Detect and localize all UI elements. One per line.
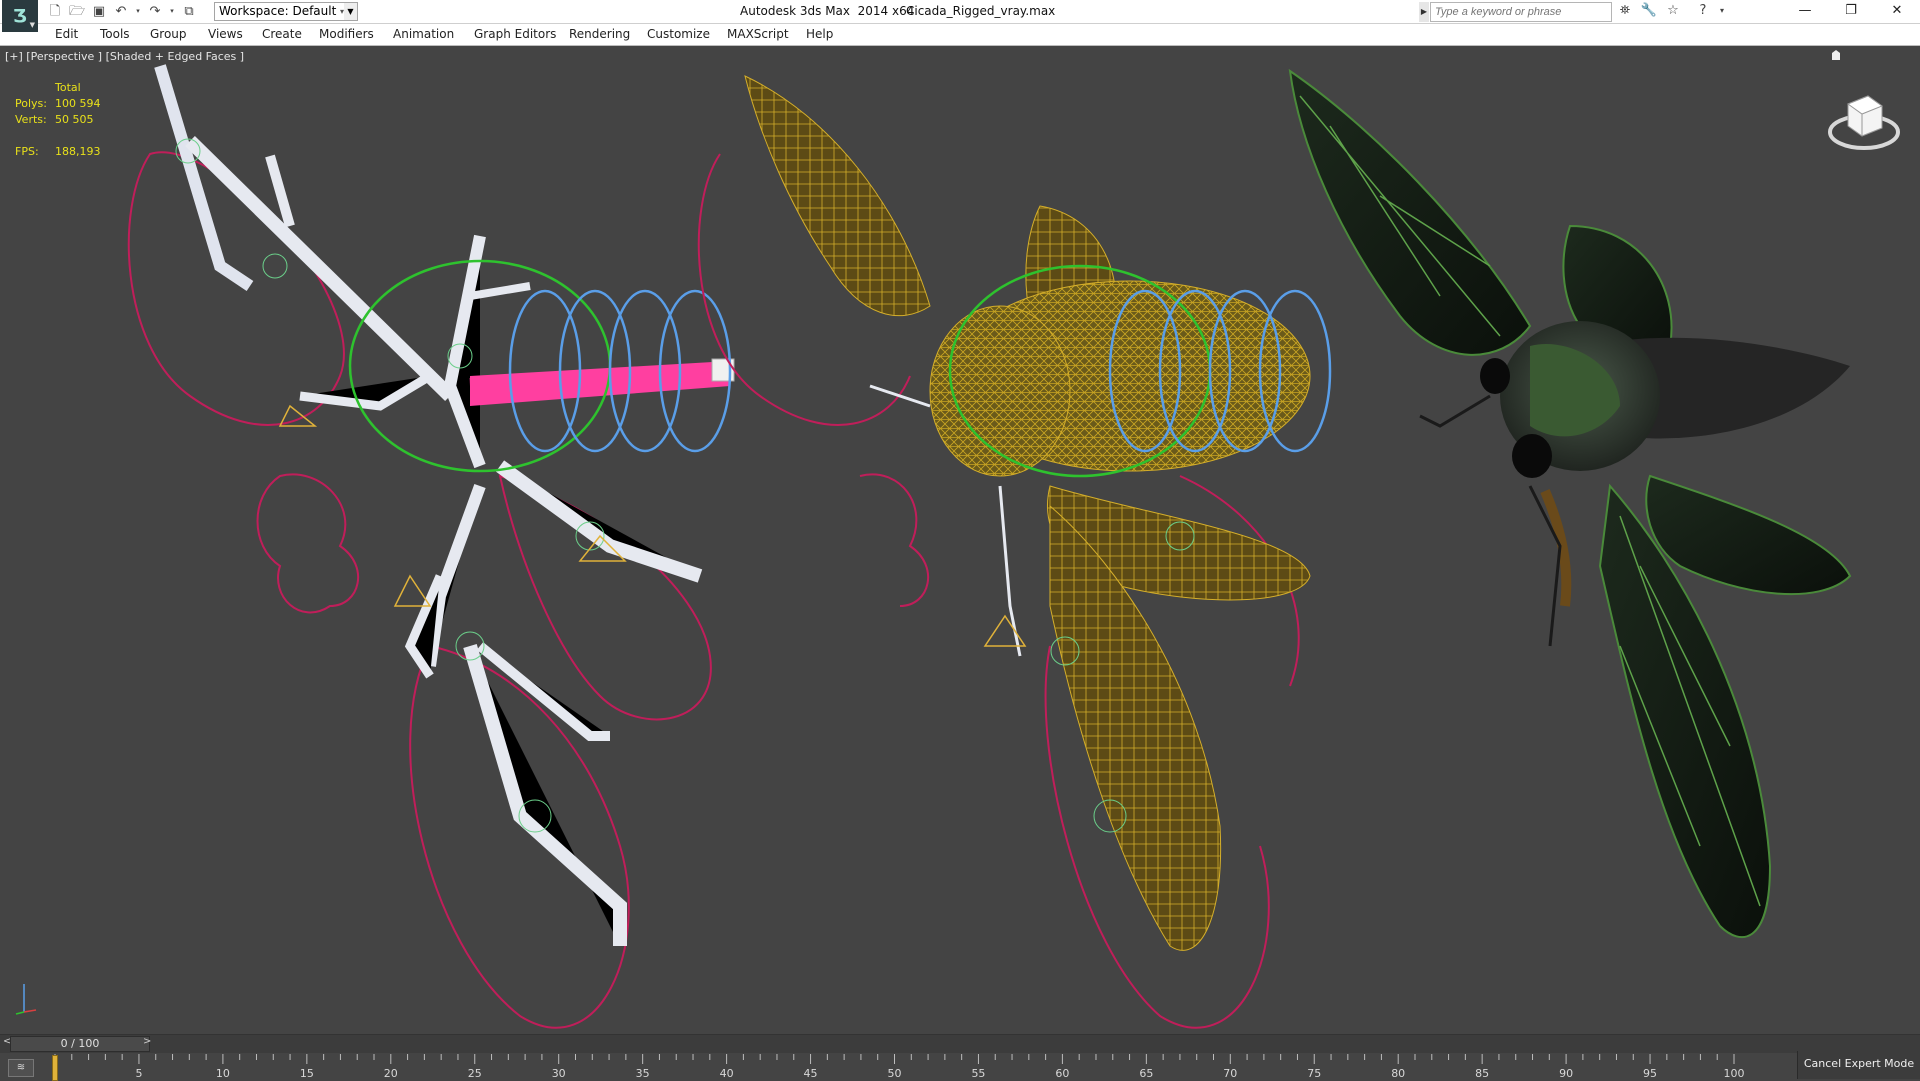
stats-fps-row: FPS: 188,193 xyxy=(15,144,155,160)
menu-animation[interactable]: Animation xyxy=(393,27,454,41)
polys-value: 100 594 xyxy=(55,97,101,110)
track-tick-label: 85 xyxy=(1475,1067,1490,1080)
track-tick-label: 55 xyxy=(971,1067,986,1080)
track-tick-label: 5 xyxy=(135,1067,143,1080)
stats-header-row: Total xyxy=(15,80,155,96)
help-icon[interactable]: ? xyxy=(1694,2,1712,20)
track-tick-label: 50 xyxy=(887,1067,902,1080)
redo-icon[interactable]: ↷ xyxy=(146,3,164,20)
window-controls: — ❐ ✕ xyxy=(1782,0,1920,24)
viewport-statistics: Total Polys: 100 594 Verts: 50 505 FPS: … xyxy=(15,80,155,160)
wireframe-cicada-middle[interactable] xyxy=(697,75,1332,1029)
track-tick-label: 100 xyxy=(1723,1067,1745,1080)
track-tick-label: 65 xyxy=(1139,1067,1154,1080)
track-tick-label: 10 xyxy=(215,1067,230,1080)
minimize-button[interactable]: — xyxy=(1782,0,1828,24)
track-tick-label: 15 xyxy=(299,1067,314,1080)
menu-edit[interactable]: Edit xyxy=(55,27,78,41)
binoculars-icon[interactable]: ⛯ xyxy=(1616,2,1634,20)
menu-bar: Edit Tools Group Views Create Modifiers … xyxy=(0,24,1920,46)
viewcube-icon[interactable] xyxy=(1828,86,1900,158)
save-icon[interactable]: ▣ xyxy=(90,3,108,20)
track-tick-label: 45 xyxy=(803,1067,818,1080)
search-input[interactable] xyxy=(1430,2,1612,22)
redo-dropdown-icon[interactable]: ▾ xyxy=(168,3,176,20)
star-icon[interactable]: ☆ xyxy=(1664,2,1682,20)
track-tick-label: 80 xyxy=(1391,1067,1406,1080)
file-name: Cicada_Rigged_vray.max xyxy=(906,4,1056,18)
track-tick-label: 35 xyxy=(635,1067,650,1080)
track-tick-label: 90 xyxy=(1559,1067,1574,1080)
menu-rendering[interactable]: Rendering xyxy=(569,27,630,41)
current-frame-marker[interactable] xyxy=(52,1055,58,1081)
mini-curve-editor-icon[interactable]: ≋ xyxy=(8,1059,34,1077)
bone-rig-left[interactable] xyxy=(127,64,735,1029)
chevron-down-icon: ▼ xyxy=(29,21,35,29)
polys-label: Polys: xyxy=(15,97,47,110)
workspace-label: Workspace: Default xyxy=(219,4,337,18)
menu-create[interactable]: Create xyxy=(262,27,302,41)
qat-customize-button[interactable]: ▼ xyxy=(344,2,358,21)
infocenter-toggle-button[interactable]: ▶ xyxy=(1419,2,1429,22)
workspace-dropdown[interactable]: Workspace: Default ▾ xyxy=(214,2,348,21)
chevron-down-icon[interactable]: ▾ xyxy=(1718,2,1726,20)
stats-header: Total xyxy=(55,81,81,94)
infocenter-toolbar: ⛯ 🔧 ☆ ? ▾ xyxy=(1616,2,1726,20)
title-bar: Ʒ ▼ 🗋 🗁 ▣ ↶ ▾ ↷ ▾ ⧉ Workspace: Default ▾… xyxy=(0,0,1920,32)
cancel-expert-mode-button[interactable]: Cancel Expert Mode xyxy=(1797,1051,1920,1079)
track-tick-label: 95 xyxy=(1643,1067,1658,1080)
new-file-icon[interactable]: 🗋 xyxy=(46,3,64,20)
menu-help[interactable]: Help xyxy=(806,27,833,41)
axis-tripod-icon xyxy=(15,984,37,1015)
stats-verts-row: Verts: 50 505 xyxy=(15,112,155,128)
undo-dropdown-icon[interactable]: ▾ xyxy=(134,3,142,20)
tools-icon[interactable]: 🔧 xyxy=(1640,2,1658,20)
restore-button[interactable]: ❐ xyxy=(1828,0,1874,24)
verts-value: 50 505 xyxy=(55,113,94,126)
verts-label: Verts: xyxy=(15,113,47,126)
fps-value: 188,193 xyxy=(55,145,101,158)
menu-maxscript[interactable]: MAXScript xyxy=(727,27,789,41)
stats-polys-row: Polys: 100 594 xyxy=(15,96,155,112)
time-slider[interactable]: 0 / 100 xyxy=(10,1036,150,1052)
app-title: Autodesk 3ds Max 2014 x64 xyxy=(740,4,915,18)
open-file-icon[interactable]: 🗁 xyxy=(68,3,86,20)
menu-group[interactable]: Group xyxy=(150,27,187,41)
menu-modifiers[interactable]: Modifiers xyxy=(319,27,374,41)
timeline: < 0 / 100 > ≋ 05101520253035404550556065… xyxy=(0,1034,1920,1081)
close-button[interactable]: ✕ xyxy=(1874,0,1920,24)
perspective-viewport[interactable]: [+] [Perspective ] [Shaded + Edged Faces… xyxy=(0,46,1920,1034)
track-tick-label: 70 xyxy=(1223,1067,1238,1080)
menu-tools[interactable]: Tools xyxy=(100,27,130,41)
quick-access-toolbar: 🗋 🗁 ▣ ↶ ▾ ↷ ▾ ⧉ xyxy=(46,3,198,20)
menu-customize[interactable]: Customize xyxy=(647,27,710,41)
menu-views[interactable]: Views xyxy=(208,27,243,41)
track-tick-label: 25 xyxy=(467,1067,482,1080)
track-tick-label: 30 xyxy=(551,1067,566,1080)
track-bar[interactable]: 0510152025303540455055606570758085909510… xyxy=(52,1054,1745,1081)
rendered-cicada-right[interactable] xyxy=(1288,68,1852,939)
time-slider-track[interactable]: < 0 / 100 > xyxy=(0,1035,1920,1053)
time-next-button[interactable]: > xyxy=(143,1036,151,1047)
fps-label: FPS: xyxy=(15,145,39,158)
undo-icon[interactable]: ↶ xyxy=(112,3,130,20)
track-tick-label: 20 xyxy=(383,1067,398,1080)
project-folder-icon[interactable]: ⧉ xyxy=(180,3,198,20)
viewport-label[interactable]: [+] [Perspective ] [Shaded + Edged Faces… xyxy=(5,50,244,63)
3dsmax-logo-icon: Ʒ xyxy=(13,5,27,27)
menu-graph-editors[interactable]: Graph Editors xyxy=(474,27,556,41)
app-menu-button[interactable]: Ʒ ▼ xyxy=(2,0,38,32)
track-tick-label: 75 xyxy=(1307,1067,1322,1080)
viewport-scene xyxy=(127,64,1852,1029)
track-tick-label: 60 xyxy=(1055,1067,1070,1080)
track-tick-label: 40 xyxy=(719,1067,734,1080)
